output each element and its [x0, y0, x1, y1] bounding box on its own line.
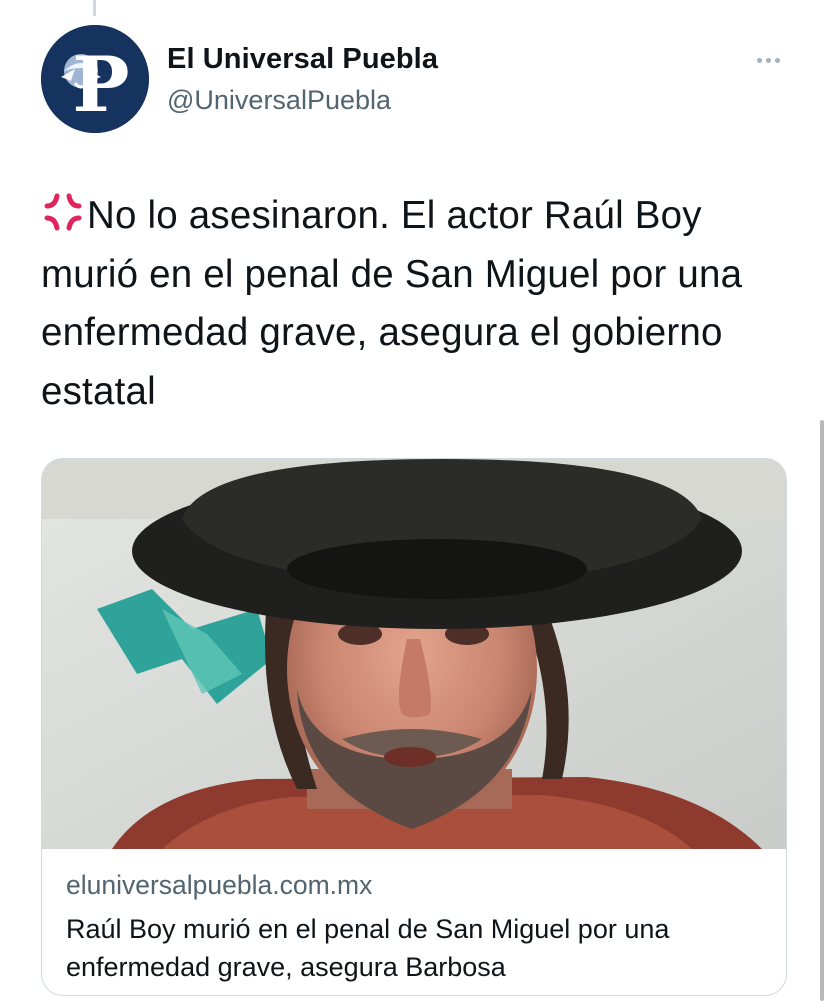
- link-card-title[interactable]: Raúl Boy murió en el penal de San Miguel…: [66, 911, 766, 986]
- link-card-image[interactable]: [42, 459, 786, 849]
- avatar[interactable]: P: [41, 25, 149, 133]
- author-handle[interactable]: @UniversalPuebla: [167, 85, 391, 116]
- more-dot-icon: [765, 57, 771, 63]
- scrollbar[interactable]: [820, 420, 824, 1001]
- link-card-domain: eluniversalpuebla.com.mx: [66, 870, 373, 900]
- svg-text:P: P: [72, 40, 129, 129]
- author-name[interactable]: El Universal Puebla: [167, 43, 438, 76]
- more-options-button[interactable]: [748, 50, 788, 70]
- anger-symbol-icon: [44, 193, 82, 231]
- more-dot-icon: [774, 57, 780, 63]
- link-card[interactable]: eluniversalpuebla.com.mx Raúl Boy murió …: [41, 458, 787, 996]
- man-with-hat-photo: [42, 459, 786, 849]
- tweet-text: No lo asesinaron. El actor Raúl Boy muri…: [41, 187, 801, 421]
- more-dot-icon: [756, 57, 762, 63]
- tweet-body: No lo asesinaron. El actor Raúl Boy muri…: [41, 194, 743, 413]
- thread-connector-line: [93, 0, 96, 16]
- universal-logo-icon: P: [41, 25, 149, 133]
